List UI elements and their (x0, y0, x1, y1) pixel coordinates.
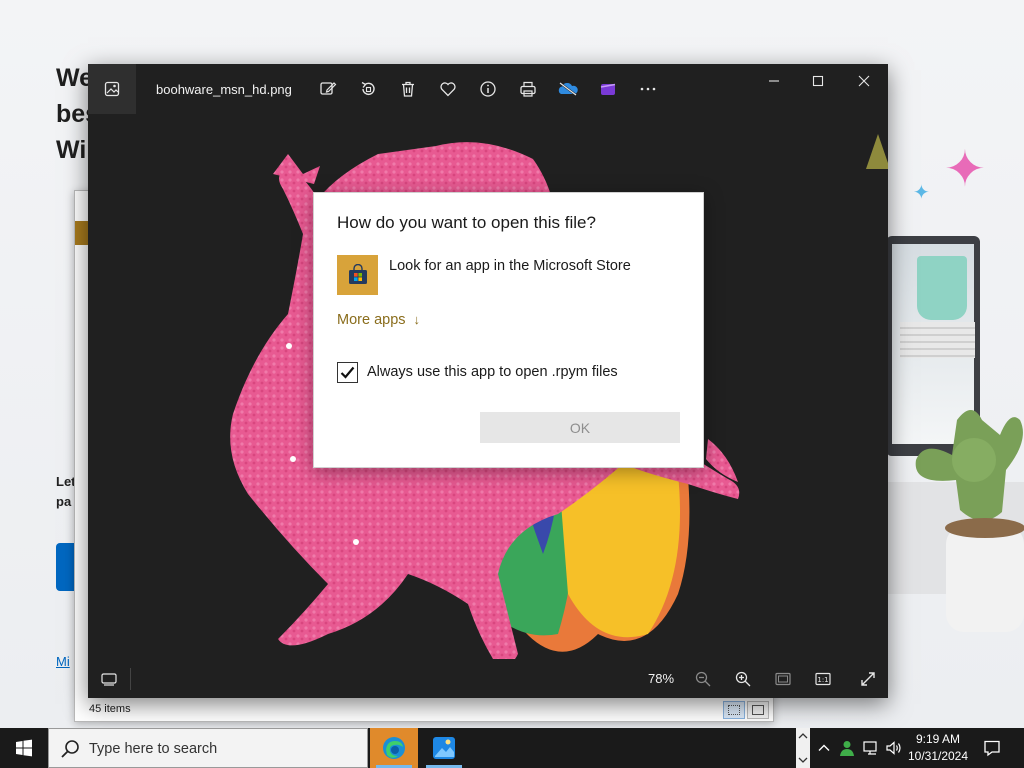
favorite-icon (440, 82, 456, 97)
photos-app-icon (104, 81, 120, 97)
windows-logo-icon (16, 739, 32, 757)
details-view-icon (728, 705, 740, 715)
show-hidden-icons-button[interactable] (814, 738, 834, 758)
network-tray-button[interactable] (861, 738, 881, 758)
zoom-in-button[interactable] (728, 666, 758, 692)
large-icons-view-icon (752, 705, 764, 715)
minimize-button[interactable] (752, 68, 796, 94)
more-apps-label: More apps (337, 312, 406, 328)
photos-icon (433, 737, 455, 759)
clock-date[interactable]: 10/31/2024 (906, 749, 970, 763)
dialog-title: How do you want to open this file? (337, 213, 596, 232)
edit-image-icon (320, 82, 337, 95)
more-apps-link[interactable]: More apps ↓ (337, 312, 420, 328)
rotate-button[interactable] (353, 76, 383, 102)
file-name-title: boohware_msn_hd.png (156, 82, 292, 97)
actual-size-icon: 1:1 (815, 672, 831, 686)
zoom-out-button[interactable] (688, 666, 718, 692)
taskbar-edge-button[interactable] (370, 728, 418, 768)
print-icon (520, 81, 536, 97)
large-icons-view-button[interactable] (747, 701, 769, 719)
bottom-bar-divider (130, 668, 131, 690)
clipchamp-button[interactable] (593, 76, 623, 102)
people-tray-button[interactable] (837, 738, 857, 758)
plant-pot-illustration (917, 256, 967, 320)
full-screen-icon (861, 672, 875, 686)
photos-app-button[interactable] (88, 64, 136, 114)
bg-heading-line-3: Wi (56, 136, 87, 164)
clipchamp-icon (600, 83, 616, 95)
minimize-icon (769, 80, 779, 82)
taskbar-scroll-control[interactable] (796, 728, 810, 768)
action-center-button[interactable] (978, 736, 1006, 760)
zoom-out-icon (695, 671, 711, 687)
delete-button[interactable] (393, 76, 423, 102)
chevron-up-icon (818, 744, 830, 751)
open-with-dialog: How do you want to open this file? Look … (313, 192, 704, 468)
sparkle-decoration-small: ✦ (913, 182, 930, 204)
search-placeholder: Type here to search (89, 741, 218, 757)
edit-image-button[interactable] (313, 76, 343, 102)
explorer-status-text: 45 items (89, 703, 131, 715)
microsoft-store-label: Look for an app in the Microsoft Store (389, 258, 631, 274)
bg-text-line-1: Let (56, 474, 76, 489)
sparkle-decoration: ✦ (944, 141, 986, 197)
fit-to-window-button[interactable] (768, 666, 798, 692)
onedrive-icon (558, 82, 578, 96)
delete-icon (402, 81, 414, 97)
actual-size-button[interactable]: 1:1 (808, 666, 838, 692)
taskbar-photos-button[interactable] (420, 728, 468, 768)
print-button[interactable] (513, 76, 543, 102)
photos-bottom-bar: 78% 1:1 (88, 660, 888, 698)
microsoft-store-option[interactable]: Look for an app in the Microsoft Store (337, 255, 682, 295)
svg-text:1:1: 1:1 (817, 676, 828, 684)
close-button[interactable] (842, 68, 886, 94)
volume-tray-button[interactable] (884, 738, 904, 758)
store-bag-icon (348, 264, 367, 284)
start-button[interactable] (0, 728, 48, 768)
taskbar: Type here to search 9:19 AM 10/31/2024 (0, 728, 1024, 768)
photos-title-bar: boohware_msn_hd.png (88, 64, 888, 114)
maximize-button[interactable] (796, 68, 840, 94)
clock-time[interactable]: 9:19 AM (906, 732, 970, 746)
always-use-label: Always use this app to open .rpym files (367, 364, 618, 380)
chevron-updown-icon (798, 733, 808, 763)
favorite-button[interactable] (433, 76, 463, 102)
books-illustration (900, 322, 975, 358)
cactus-illustration (915, 410, 1024, 632)
filmstrip-icon (101, 673, 117, 686)
edge-icon (383, 737, 405, 759)
always-use-checkbox[interactable] (337, 362, 358, 383)
search-icon (61, 740, 79, 758)
people-icon (840, 741, 854, 756)
notification-icon (984, 740, 1000, 757)
volume-icon (886, 741, 901, 755)
fit-window-icon (775, 672, 791, 686)
bg-link[interactable]: Mi (56, 654, 70, 669)
arrow-down-icon: ↓ (413, 312, 421, 327)
close-icon (858, 75, 870, 87)
microsoft-store-icon (337, 255, 378, 295)
network-icon (863, 741, 877, 755)
zoom-in-icon (735, 671, 751, 687)
more-options-button[interactable] (633, 76, 663, 102)
onedrive-button[interactable] (553, 76, 583, 102)
full-screen-button[interactable] (853, 666, 883, 692)
bg-text-line-2: pa (56, 494, 72, 509)
info-icon (480, 81, 496, 97)
maximize-icon (812, 75, 824, 87)
info-button[interactable] (473, 76, 503, 102)
zoom-level-text: 78% (648, 671, 675, 686)
more-icon (640, 87, 656, 91)
taskbar-search-box[interactable]: Type here to search (48, 728, 368, 768)
explorer-ribbon-accent (75, 221, 89, 245)
rotate-icon (361, 81, 375, 95)
details-view-button[interactable] (723, 701, 745, 719)
filmstrip-toggle-button[interactable] (94, 666, 124, 692)
checkmark-icon (340, 366, 355, 379)
ok-button[interactable]: OK (480, 412, 680, 443)
